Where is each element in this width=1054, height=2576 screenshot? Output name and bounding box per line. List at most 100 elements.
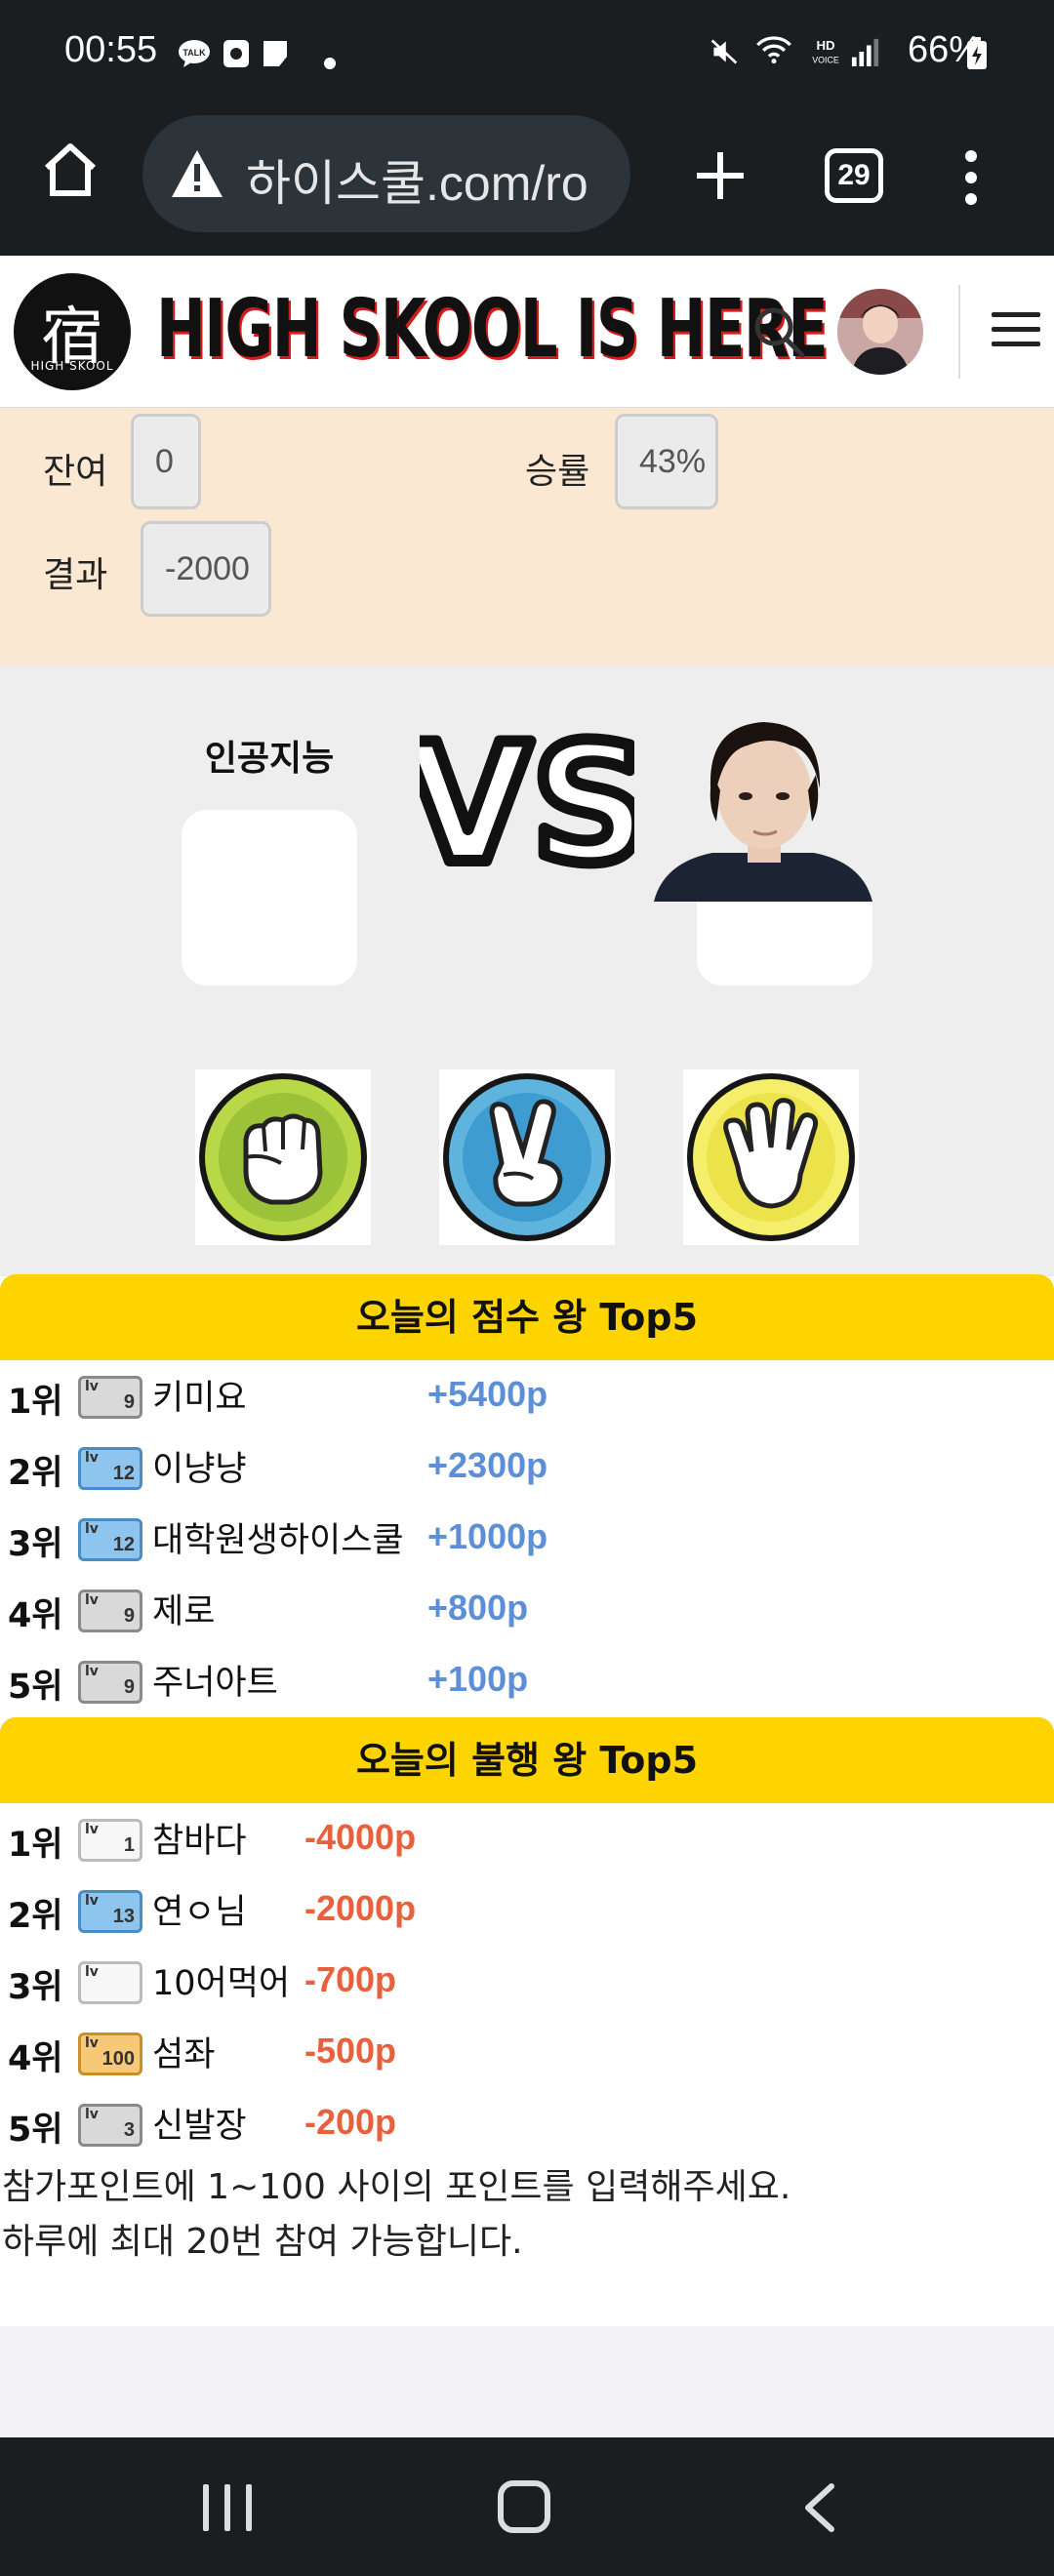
level-prefix: lv: [85, 1450, 99, 1466]
points-value: -2000p: [304, 1888, 417, 1928]
level-badge-icon: lv 9: [78, 1661, 142, 1704]
svg-text:TALK: TALK: [182, 48, 206, 58]
vs-graphic: VS: [420, 724, 634, 880]
notice-line-2: 하루에 최대 20번 참여 가능합니다.: [2, 2222, 523, 2262]
user-name[interactable]: 주너아트: [152, 1655, 278, 1705]
points-value: +100p: [427, 1659, 529, 1699]
wifi-icon: [756, 36, 791, 64]
unlucky-kings-title: 오늘의 불행 왕 Top5: [0, 1717, 1054, 1803]
user-name[interactable]: 키미요: [152, 1370, 247, 1420]
paper-button[interactable]: [683, 1069, 859, 1245]
user-name[interactable]: 참바다: [152, 1813, 247, 1863]
user-name[interactable]: 이냥냥: [152, 1441, 247, 1491]
player-photo: [654, 706, 872, 902]
points-value: -500p: [304, 2031, 397, 2071]
rank-row: 3위 lv 10어먹어 -700p: [0, 1946, 1054, 2017]
rock-button[interactable]: [195, 1069, 371, 1245]
rank-number: 4위: [8, 2039, 63, 2078]
level-badge-icon: lv 100: [78, 2033, 142, 2075]
level-prefix: lv: [85, 1379, 99, 1394]
points-value: +1000p: [427, 1516, 548, 1556]
result-field: -2000: [141, 521, 271, 617]
user-avatar[interactable]: [837, 289, 923, 375]
svg-text:VOICE: VOICE: [812, 55, 839, 64]
rank-number: 3위: [8, 1968, 63, 2007]
level-badge-icon: lv 12: [78, 1447, 142, 1490]
rps-game-area: 인공지능 VS: [0, 665, 1054, 1276]
remaining-label: 잔여: [43, 452, 108, 492]
result-label: 결과: [43, 555, 108, 595]
level-prefix: lv: [85, 1592, 99, 1608]
level-number: 9: [123, 1391, 135, 1413]
new-tab-icon[interactable]: [689, 144, 751, 207]
user-name[interactable]: 신발장: [152, 2098, 247, 2148]
more-dot-icon: [324, 58, 336, 69]
remaining-field: 0: [131, 414, 201, 509]
level-badge-icon: lv 9: [78, 1590, 142, 1632]
url-text[interactable]: 하이스쿨.com/ro: [246, 144, 617, 215]
points-value: -4000p: [304, 1817, 417, 1857]
level-badge-icon: lv 9: [78, 1376, 142, 1419]
browser-toolbar: 하이스쿨.com/ro 29: [0, 109, 1054, 256]
battery-icon: [967, 37, 987, 69]
user-name[interactable]: 제로: [152, 1584, 215, 1633]
app-notification-icon: [223, 40, 249, 67]
mute-icon: [710, 39, 738, 64]
rank-number: 4위: [8, 1596, 63, 1635]
site-logo[interactable]: 宿 HIGH SKOOL: [14, 273, 131, 390]
rank-row: 4위 lv 9 제로 +800p: [0, 1574, 1054, 1645]
level-number: 9: [123, 1605, 135, 1627]
tab-count-button[interactable]: 29: [825, 148, 883, 203]
status-bar: 00:55 TALK HD VOICE 66%: [0, 0, 1054, 109]
level-number: 3: [123, 2119, 135, 2141]
level-number: 1: [123, 1834, 135, 1856]
address-bar[interactable]: 하이스쿨.com/ro: [142, 115, 630, 232]
level-prefix: lv: [85, 1521, 99, 1537]
scissors-button[interactable]: [439, 1069, 615, 1245]
svg-text:HD: HD: [816, 38, 834, 53]
rank-number: 1위: [8, 1383, 63, 1422]
page-footer: [0, 2326, 1054, 2437]
level-badge-icon: lv 13: [78, 1890, 142, 1933]
level-prefix: lv: [85, 1893, 99, 1909]
winrate-label: 승률: [525, 452, 590, 492]
stats-panel: 잔여 0 승률 43% 결과 -2000: [0, 408, 1054, 665]
avatar-image: [837, 289, 923, 375]
note-notification-icon: [264, 41, 287, 66]
rank-number: 1위: [8, 1826, 63, 1865]
points-value: -200p: [304, 2102, 397, 2142]
ai-player-name: 인공지능: [204, 739, 335, 779]
rank-number: 5위: [8, 1668, 63, 1707]
rank-number: 2위: [8, 1454, 63, 1493]
rank-number: 5위: [8, 2111, 63, 2150]
talk-notification-icon: TALK: [179, 40, 210, 67]
notice-text: 참가포인트에 1~100 사이의 포인트를 입력해주세요. 하루에 최대 20번…: [0, 2160, 1054, 2326]
rank-row: 5위 lv 3 신발장 -200p: [0, 2088, 1054, 2159]
site-header: 宿 HIGH SKOOL HIGH SKOOL IS HERE: [0, 256, 1054, 408]
level-number: 100: [101, 2048, 135, 2070]
level-number: 12: [112, 1534, 135, 1555]
search-icon[interactable]: [750, 302, 808, 361]
nav-home-icon[interactable]: [498, 2480, 550, 2533]
header-divider: [958, 285, 960, 379]
back-icon[interactable]: [800, 2482, 839, 2533]
user-name[interactable]: 대학원생하이스쿨: [152, 1512, 404, 1562]
warning-icon[interactable]: [170, 148, 224, 199]
scissors-hand-icon: [443, 1073, 611, 1241]
winrate-field: 43%: [615, 414, 718, 509]
home-icon[interactable]: [39, 139, 101, 201]
recent-apps-icon[interactable]: [203, 2484, 254, 2531]
user-name[interactable]: 섬좌: [152, 2027, 215, 2076]
more-menu-icon[interactable]: [956, 148, 986, 207]
user-name[interactable]: 연ㅇ님: [152, 1884, 247, 1934]
ai-choice-box: [182, 810, 357, 986]
rank-row: 5위 lv 9 주너아트 +100p: [0, 1645, 1054, 1716]
hd-voice-icon: HD VOICE: [812, 38, 839, 64]
paper-hand-icon: [687, 1073, 855, 1241]
level-number: 12: [112, 1463, 135, 1484]
level-number: 13: [112, 1906, 135, 1927]
site-brand[interactable]: HIGH SKOOL IS HERE: [156, 283, 829, 376]
hamburger-menu-icon[interactable]: [992, 312, 1040, 351]
user-name[interactable]: 10어먹어: [152, 1955, 290, 2005]
score-kings-title: 오늘의 점수 왕 Top5: [0, 1274, 1054, 1360]
